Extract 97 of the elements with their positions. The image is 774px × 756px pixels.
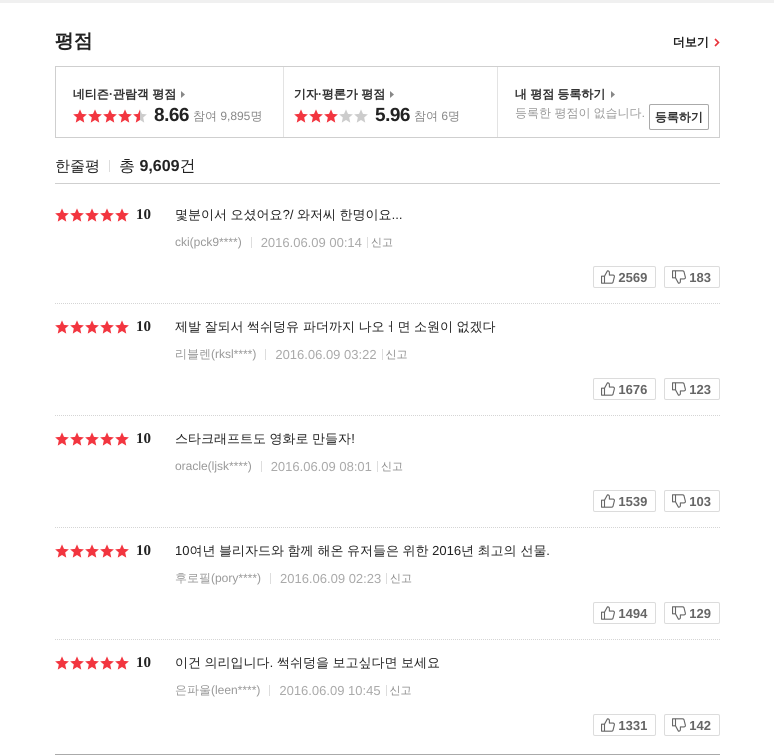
review-score: 10: [136, 654, 151, 672]
rating-category-link[interactable]: 기자·평론가 평점: [294, 86, 394, 102]
report-link[interactable]: 신고: [386, 346, 408, 362]
review-date: 2016.06.09 03:22: [275, 346, 377, 362]
star-icon: [294, 109, 308, 123]
star-icon: [115, 432, 129, 446]
thumbs-up-icon: [601, 270, 616, 284]
star-icon: [115, 544, 129, 558]
star-icon: [55, 544, 69, 558]
average-score: 8.66: [154, 105, 189, 127]
star-icon: [85, 432, 99, 446]
review-score: 10: [136, 542, 151, 560]
caret-icon: [390, 90, 394, 98]
star-icon: [103, 109, 117, 123]
review-date: 2016.06.09 02:23: [280, 570, 382, 586]
thumbs-up-icon: [601, 606, 616, 620]
like-button[interactable]: 2569: [593, 266, 656, 288]
review-score: 10: [136, 206, 151, 224]
rating-category-link[interactable]: 네티즌·관람객 평점: [73, 86, 186, 102]
thumbs-down-icon: [672, 270, 686, 284]
star-icon: [70, 208, 84, 222]
review-text: 몇분이서 오셨어요?/ 와저씨 한명이요...: [175, 206, 403, 224]
star-icon: [70, 656, 84, 670]
star-icon: [354, 109, 368, 123]
star-icon: [85, 544, 99, 558]
review-score: 10: [136, 430, 151, 448]
star-icon: [55, 656, 69, 670]
review-text: 10여년 블리자드와 함께 해온 유저들은 위한 2016년 최고의 선물.: [175, 542, 550, 560]
thumbs-up-icon: [601, 494, 616, 508]
participant-count: 참여 9,895명: [192, 108, 262, 124]
report-link[interactable]: 신고: [390, 682, 412, 698]
review-author: 후로필(pory****): [175, 570, 262, 586]
dislike-button[interactable]: 142: [664, 714, 720, 736]
chevron-right-icon: [714, 38, 720, 46]
star-icon: [339, 109, 353, 123]
review-author: 리블렌(rksl****): [175, 346, 256, 362]
like-button[interactable]: 1539: [593, 490, 656, 512]
star-icon: [133, 109, 147, 123]
dislike-button[interactable]: 123: [664, 378, 720, 400]
report-link[interactable]: 신고: [390, 570, 412, 586]
star-icon: [309, 109, 323, 123]
thumbs-down-icon: [672, 606, 686, 620]
section-title: 평점: [55, 30, 93, 54]
star-icon: [55, 208, 69, 222]
star-icon: [115, 208, 129, 222]
review-score: 10: [136, 318, 151, 336]
caret-icon: [181, 90, 186, 98]
review-text: 이건 의리입니다. 썩쉬덩을 보고싶다면 보세요: [175, 654, 440, 672]
report-link[interactable]: 신고: [370, 234, 393, 250]
review-total-count: 총 9,609건: [119, 156, 196, 176]
thumbs-up-icon: [601, 718, 616, 732]
report-link[interactable]: 신고: [380, 458, 403, 474]
review-date: 2016.06.09 10:45: [279, 682, 381, 698]
thumbs-down-icon: [672, 494, 686, 508]
participant-count: 참여 6명: [414, 108, 460, 124]
star-icon: [55, 432, 69, 446]
review-author: oracle(ljsk****): [175, 459, 252, 473]
average-score: 5.96: [375, 105, 410, 127]
star-icon: [100, 208, 114, 222]
star-icon: [70, 320, 84, 334]
thumbs-down-icon: [672, 382, 686, 396]
star-icon: [115, 320, 129, 334]
star-icon: [85, 208, 99, 222]
like-button[interactable]: 1494: [593, 602, 656, 624]
star-icon: [115, 656, 129, 670]
star-icon: [70, 544, 84, 558]
more-link[interactable]: 더보기: [673, 34, 720, 50]
like-button[interactable]: 1676: [593, 378, 656, 400]
star-icon: [88, 109, 102, 123]
review-date: 2016.06.09 08:01: [270, 458, 372, 474]
rating-category-link[interactable]: 내 평점 등록하기: [515, 86, 615, 102]
review-text: 스타크래프트도 영화로 만들자!: [175, 430, 355, 448]
dislike-button[interactable]: 129: [664, 602, 720, 624]
review-author: cki(pck9****): [175, 235, 242, 249]
star-icon: [100, 320, 114, 334]
star-icon: [100, 656, 114, 670]
star-icon: [100, 544, 114, 558]
dislike-button[interactable]: 103: [664, 490, 720, 512]
star-icon: [55, 320, 69, 334]
review-date: 2016.06.09 00:14: [260, 234, 362, 250]
star-icon: [100, 432, 114, 446]
star-icon: [118, 109, 132, 123]
thumbs-up-icon: [601, 382, 616, 396]
reviews-title: 한줄평: [55, 156, 100, 176]
caret-icon: [610, 90, 615, 98]
like-button[interactable]: 1331: [593, 714, 656, 736]
register-button[interactable]: 등록하기: [649, 104, 710, 130]
review-author: 은파울(leen****): [175, 682, 260, 698]
star-icon: [70, 432, 84, 446]
dislike-button[interactable]: 183: [664, 266, 720, 288]
star-icon: [73, 109, 87, 123]
star-icon: [85, 656, 99, 670]
review-text: 제발 잘되서 썩쉬덩유 파더까지 나오ㅓ면 소원이 없겠다: [175, 318, 496, 336]
star-icon: [85, 320, 99, 334]
thumbs-down-icon: [672, 718, 686, 732]
no-rating-message: 등록한 평점이 없습니다.: [515, 105, 646, 122]
star-icon: [324, 109, 338, 123]
